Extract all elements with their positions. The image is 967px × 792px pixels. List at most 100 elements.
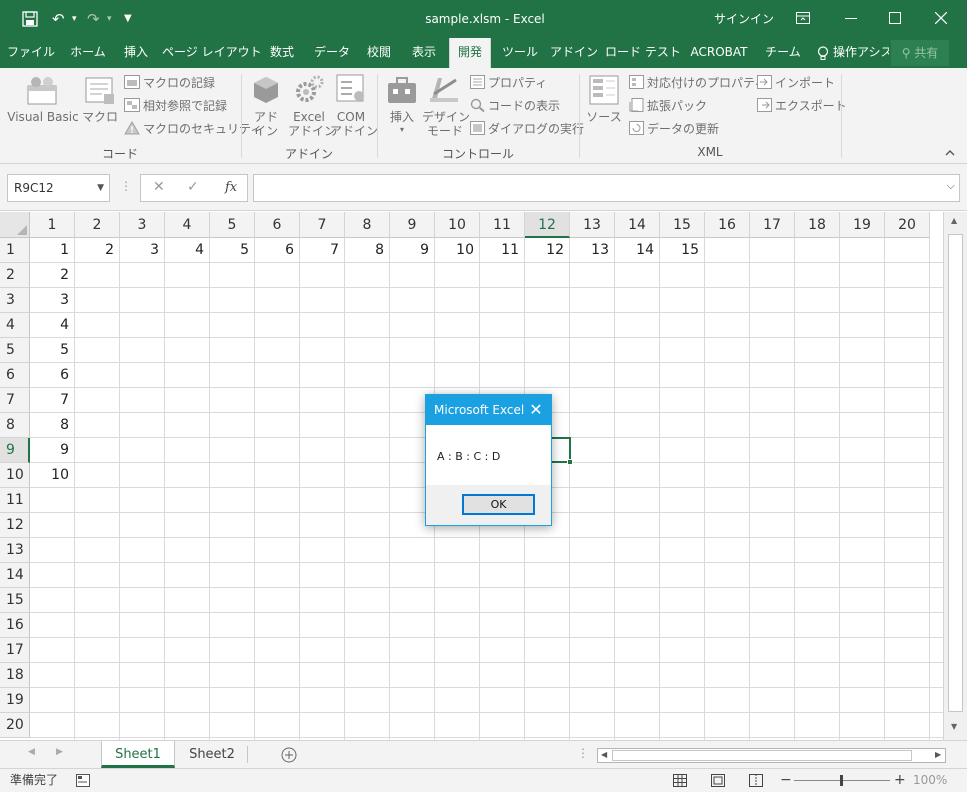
cell[interactable]: 8 bbox=[30, 413, 75, 438]
cell[interactable]: 9 bbox=[30, 438, 75, 463]
cell[interactable]: 4 bbox=[30, 313, 75, 338]
refresh-data-button[interactable]: データの更新 bbox=[647, 122, 719, 136]
row-header[interactable]: 16 bbox=[0, 613, 30, 638]
zoom-slider-thumb[interactable] bbox=[840, 775, 843, 786]
tell-me-search[interactable]: 操作アシス bbox=[833, 38, 889, 68]
column-header[interactable]: 8 bbox=[345, 212, 390, 238]
macro-button[interactable]: マクロ bbox=[82, 110, 118, 124]
column-header[interactable]: 5 bbox=[210, 212, 255, 238]
normal-view-icon[interactable] bbox=[673, 774, 687, 787]
column-header[interactable]: 14 bbox=[615, 212, 660, 238]
sheet-tab-sheet2[interactable]: Sheet2 bbox=[177, 741, 247, 768]
new-sheet-icon[interactable] bbox=[281, 747, 297, 763]
tab-file[interactable]: ファイル bbox=[5, 38, 57, 68]
undo-icon[interactable]: ↶ bbox=[52, 0, 65, 38]
tab-team[interactable]: チーム bbox=[760, 38, 806, 68]
tab-home[interactable]: ホーム bbox=[64, 38, 112, 68]
column-header[interactable]: 15 bbox=[660, 212, 705, 238]
view-code-button[interactable]: コードの表示 bbox=[488, 99, 560, 113]
cell[interactable]: 5 bbox=[210, 238, 255, 263]
tab-addins[interactable]: アドイン bbox=[548, 38, 600, 68]
scroll-up-icon[interactable]: ▲ bbox=[951, 216, 957, 225]
row-header[interactable]: 4 bbox=[0, 313, 30, 338]
visual-basic-button[interactable]: Visual Basic bbox=[5, 110, 81, 124]
horizontal-scroll-thumb[interactable] bbox=[612, 750, 912, 761]
column-header[interactable]: 19 bbox=[840, 212, 885, 238]
import-button[interactable]: インポート bbox=[775, 76, 835, 90]
cell[interactable]: 13 bbox=[570, 238, 615, 263]
redo-icon[interactable]: ↷ bbox=[87, 0, 100, 38]
addin-button-l2[interactable]: イン bbox=[251, 124, 281, 138]
vertical-scrollbar[interactable]: ▲ ▼ bbox=[943, 212, 967, 740]
name-box-dropdown-icon[interactable]: ▼ bbox=[97, 175, 104, 201]
page-break-view-icon[interactable] bbox=[749, 774, 763, 787]
cell[interactable]: 7 bbox=[30, 388, 75, 413]
map-properties-button[interactable]: 対応付けのプロパティ bbox=[647, 76, 766, 90]
expansion-pack-button[interactable]: 拡張パック bbox=[647, 99, 707, 113]
cell[interactable]: 10 bbox=[435, 238, 480, 263]
signin-link[interactable]: サインイン bbox=[714, 0, 774, 38]
redo-dropdown-icon[interactable]: ▾ bbox=[107, 0, 112, 38]
tab-load-test[interactable]: ロード テスト bbox=[605, 38, 681, 68]
cell[interactable]: 6 bbox=[255, 238, 300, 263]
zoom-level[interactable]: 100% bbox=[913, 769, 947, 792]
tab-page-layout[interactable]: ページ レイアウト bbox=[162, 38, 262, 68]
column-header[interactable]: 6 bbox=[255, 212, 300, 238]
close-icon[interactable] bbox=[935, 12, 947, 24]
cell[interactable]: 15 bbox=[660, 238, 705, 263]
column-header[interactable]: 2 bbox=[75, 212, 120, 238]
relative-ref-button[interactable]: 相対参照で記録 bbox=[143, 99, 227, 113]
export-button[interactable]: エクスポート bbox=[775, 99, 847, 113]
macro-security-button[interactable]: マクロのセキュリティ bbox=[143, 122, 262, 136]
tab-insert[interactable]: 挿入 bbox=[116, 38, 156, 68]
macro-record-status-icon[interactable] bbox=[76, 774, 90, 787]
row-header[interactable]: 14 bbox=[0, 563, 30, 588]
formula-input[interactable]: ⌵ bbox=[253, 174, 960, 202]
tab-acrobat[interactable]: ACROBAT bbox=[684, 38, 754, 68]
row-header[interactable]: 2 bbox=[0, 263, 30, 288]
insert-control-button[interactable]: 挿入 bbox=[386, 110, 418, 124]
cell[interactable]: 10 bbox=[30, 463, 75, 488]
expand-formula-icon[interactable]: ⌵ bbox=[947, 179, 955, 193]
cancel-icon[interactable]: ✕ bbox=[153, 179, 165, 195]
page-layout-view-icon[interactable] bbox=[711, 774, 725, 787]
maximize-icon[interactable] bbox=[889, 12, 901, 24]
cell[interactable]: 14 bbox=[615, 238, 660, 263]
cell[interactable]: 12 bbox=[525, 238, 570, 263]
properties-button[interactable]: プロパティ bbox=[488, 76, 547, 90]
row-header[interactable]: 12 bbox=[0, 513, 30, 538]
cell[interactable]: 3 bbox=[30, 288, 75, 313]
row-header[interactable]: 3 bbox=[0, 288, 30, 313]
tab-data[interactable]: データ bbox=[309, 38, 355, 68]
row-header[interactable]: 5 bbox=[0, 338, 30, 363]
scroll-left-icon[interactable]: ◀ bbox=[601, 750, 607, 759]
tab-formulas[interactable]: 数式 bbox=[262, 38, 302, 68]
enter-icon[interactable]: ✓ bbox=[187, 179, 199, 195]
tab-developer[interactable]: 開発 bbox=[449, 38, 491, 68]
cell[interactable]: 7 bbox=[300, 238, 345, 263]
row-header[interactable]: 15 bbox=[0, 588, 30, 613]
column-header[interactable]: 3 bbox=[120, 212, 165, 238]
column-header[interactable]: 17 bbox=[750, 212, 795, 238]
ribbon-display-icon[interactable] bbox=[796, 12, 810, 24]
row-header[interactable]: 1 bbox=[0, 238, 30, 263]
column-header[interactable]: 12 bbox=[525, 212, 570, 238]
scroll-right-icon[interactable]: ▶ bbox=[935, 750, 941, 759]
excel-addin-button-l2[interactable]: アドイン bbox=[288, 124, 336, 138]
design-mode-button-l1[interactable]: デザイン bbox=[422, 110, 470, 124]
insert-function-icon[interactable]: fx bbox=[225, 180, 237, 195]
cell[interactable]: 3 bbox=[120, 238, 165, 263]
split-grip-icon[interactable]: ⋮ bbox=[577, 746, 589, 760]
share-button[interactable]: ⚲ 共有 bbox=[891, 40, 949, 66]
column-header[interactable]: 10 bbox=[435, 212, 480, 238]
insert-dropdown-icon[interactable]: ▾ bbox=[386, 123, 418, 137]
ok-button[interactable]: OK bbox=[462, 494, 535, 515]
com-addin-button-l1[interactable]: COM bbox=[330, 110, 372, 124]
select-all-button[interactable] bbox=[0, 212, 30, 238]
com-addin-button-l2[interactable]: アドイン bbox=[330, 124, 378, 138]
row-header[interactable]: 18 bbox=[0, 663, 30, 688]
cell[interactable]: 2 bbox=[30, 263, 75, 288]
row-header[interactable]: 10 bbox=[0, 463, 30, 488]
cell[interactable]: 8 bbox=[345, 238, 390, 263]
cell[interactable]: 1 bbox=[30, 238, 75, 263]
